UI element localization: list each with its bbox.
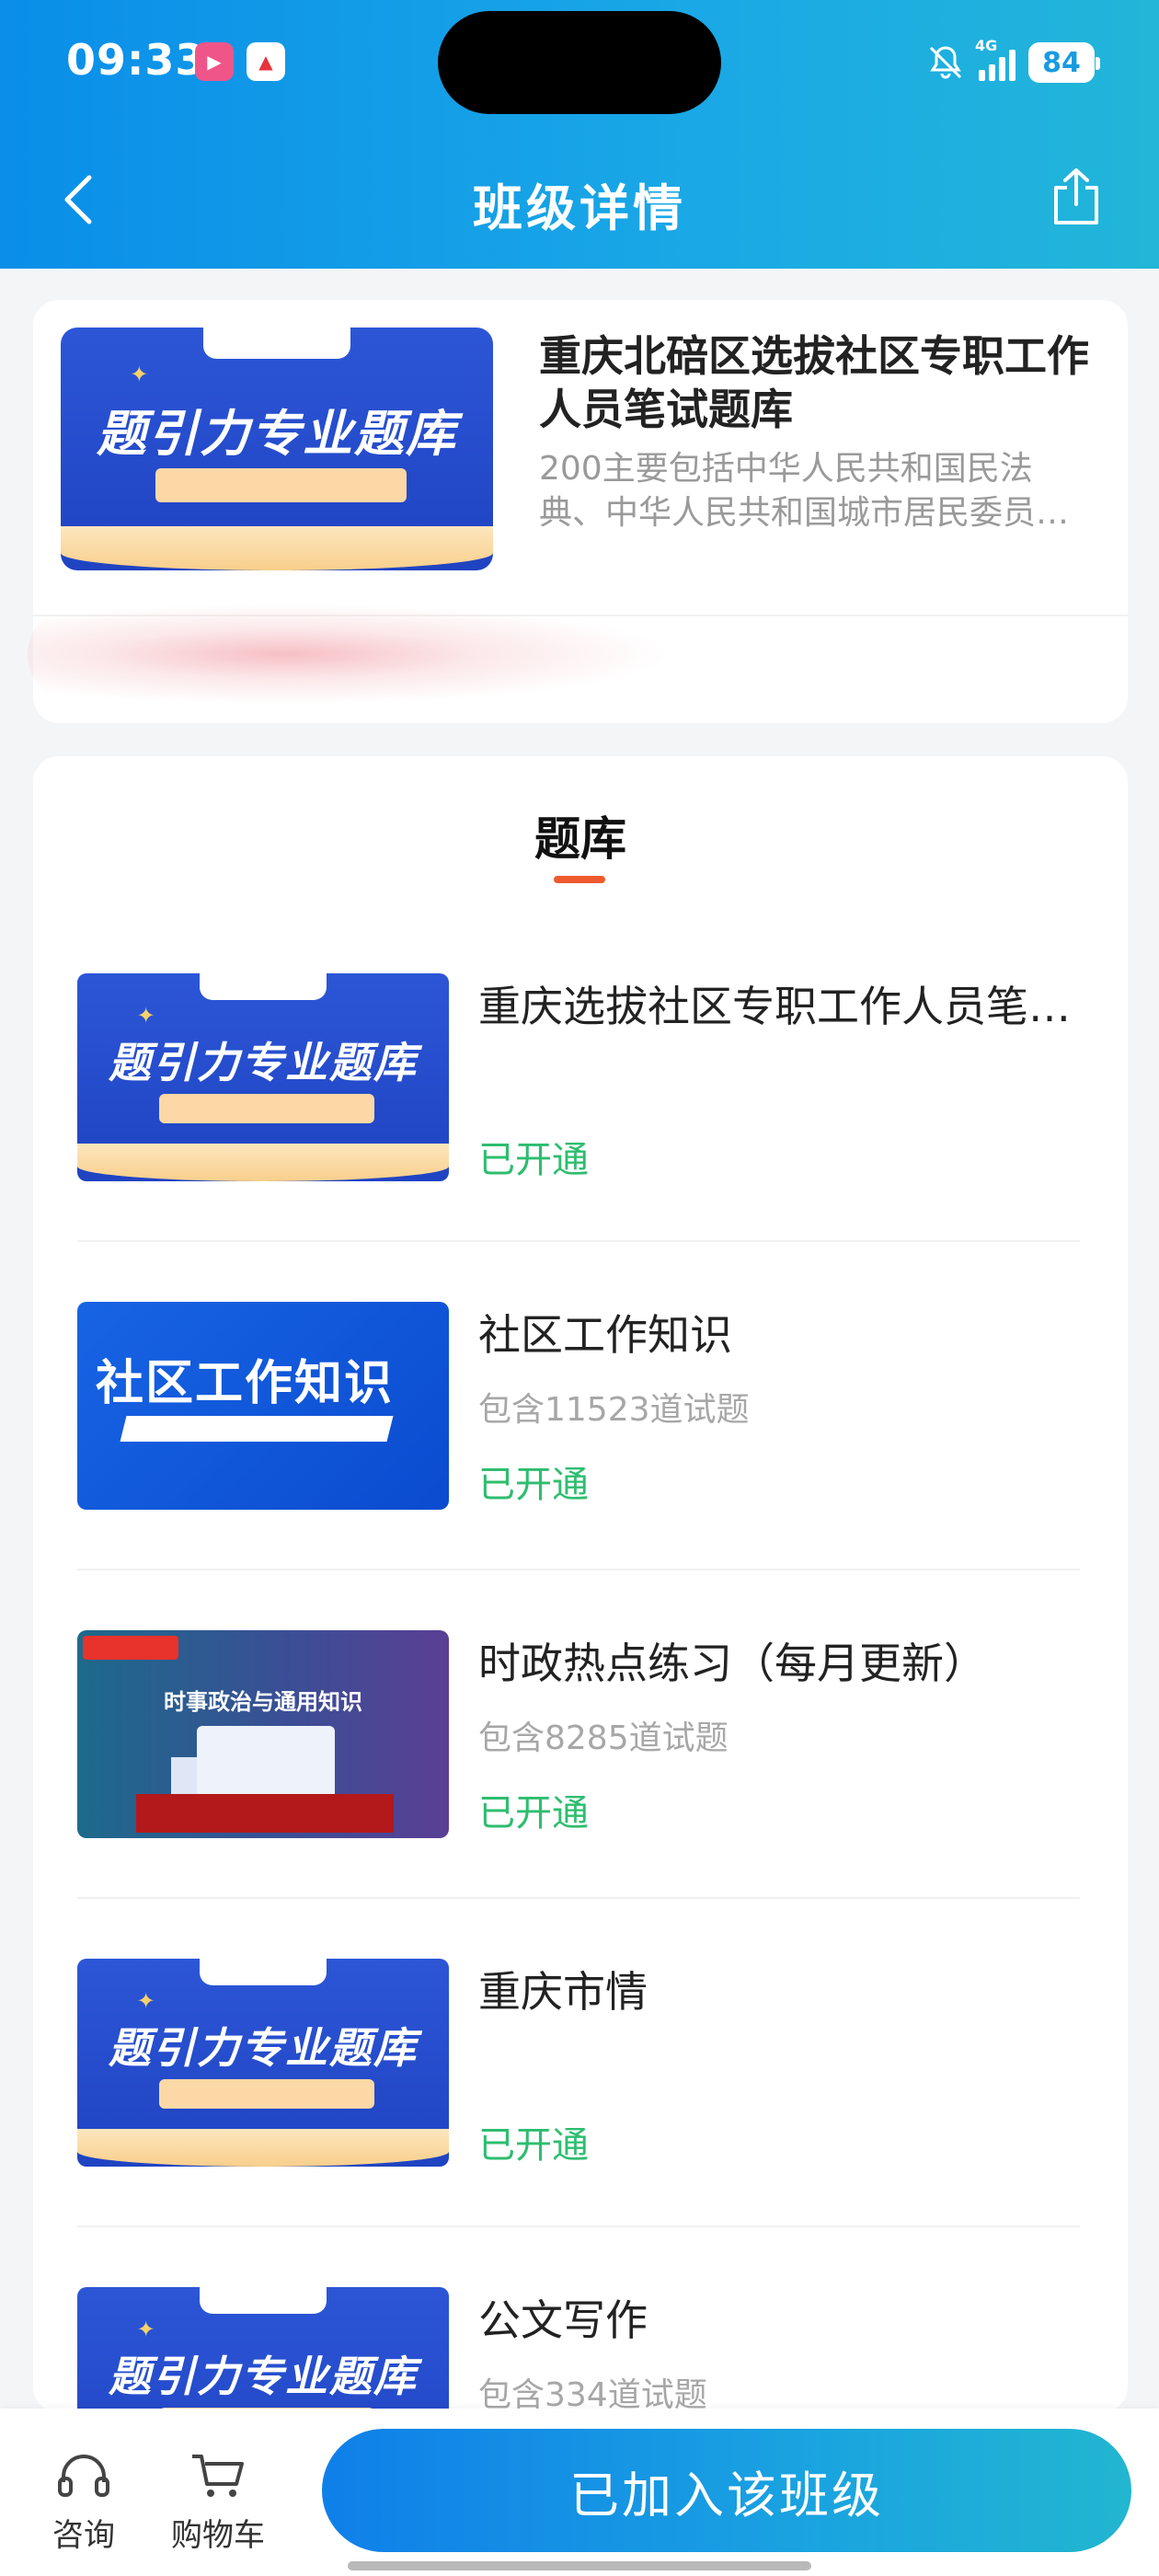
bank-thumbnail: 时事政治与通用知识 xyxy=(77,1630,449,1838)
cover-headline: 题引力专业题库 xyxy=(109,1038,418,1088)
network-type: 4G xyxy=(975,37,998,54)
bank-status: 已开通 xyxy=(478,1464,589,1506)
status-bar: 09:33 ▶ ▲ 4G 84 xyxy=(0,0,1159,129)
dynamic-island xyxy=(438,11,721,114)
current-affairs-cover: 时事政治与通用知识 xyxy=(77,1630,449,1838)
class-description: 200主要包括中华人民共和国民法典、中华人民共和国城市居民委员会组织法等内容 xyxy=(539,450,1070,532)
mute-bell-icon xyxy=(929,46,962,79)
headset-icon xyxy=(58,2455,109,2497)
cart-button[interactable]: 购物车 xyxy=(167,2451,269,2555)
nav-bar: 班级详情 xyxy=(0,147,1159,248)
community-cover: 社区工作知识 xyxy=(77,1302,449,1510)
share-icon xyxy=(1054,168,1098,224)
cart-label: 购物车 xyxy=(171,2517,265,2554)
section-title-underline xyxy=(554,876,605,883)
bank-name: 重庆市情 xyxy=(478,1967,648,2017)
class-name: 重庆北碚区选拔社区专职工作人员笔试题库 xyxy=(539,331,1089,434)
brand-cover: ✦ 题引力专业题库 xyxy=(61,328,493,570)
redacted-area xyxy=(28,604,671,705)
cover-logo-tab xyxy=(200,1959,327,1986)
cover-footer xyxy=(77,1144,449,1181)
star-icon: ✦ xyxy=(136,1002,155,1029)
bank-name: 社区工作知识 xyxy=(478,1310,732,1360)
joined-class-button[interactable]: 已加入该班级 xyxy=(322,2429,1131,2552)
item-divider xyxy=(77,1569,1080,1570)
cellular-signal-icon: 4G xyxy=(975,37,1016,81)
item-divider xyxy=(77,2225,1080,2227)
brand-cover: ✦ 题引力专业题库 xyxy=(77,1959,449,2167)
bank-list-item[interactable]: 时事政治与通用知识 时政热点练习（每月更新） 包含8285道试题 已开通 xyxy=(33,1630,1128,1959)
bank-name: 公文写作 xyxy=(478,2295,648,2345)
item-divider xyxy=(77,1240,1080,1242)
star-icon: ✦ xyxy=(130,361,149,387)
consult-label: 咨询 xyxy=(52,2517,115,2554)
bank-list-item[interactable]: ✦ 题引力专业题库 重庆市情 已开通 xyxy=(33,1959,1128,2287)
cover-url-strip xyxy=(158,2079,375,2109)
status-indicators: 4G 84 xyxy=(925,37,1100,88)
battery-indicator: 84 xyxy=(1028,42,1100,83)
cover-url-strip xyxy=(155,468,407,503)
bilibili-app-icon: ▶ xyxy=(195,42,234,81)
cover-headline: 时事政治与通用知识 xyxy=(164,1689,362,1715)
cover-headline: 题引力专业题库 xyxy=(109,2352,418,2402)
page-title: 班级详情 xyxy=(473,179,686,237)
app-header: 09:33 ▶ ▲ 4G 84 班级详情 xyxy=(0,0,1159,269)
cover-subtitle-bar xyxy=(120,1416,394,1442)
cover-headline: 题引力专业题库 xyxy=(97,405,457,464)
bank-thumbnail: 社区工作知识 xyxy=(77,1302,449,1510)
bank-question-count: 包含11523道试题 xyxy=(478,1391,750,1429)
bank-status: 已开通 xyxy=(478,1139,589,1181)
bank-status: 已开通 xyxy=(478,2124,589,2167)
shopping-cart-icon xyxy=(192,2455,244,2497)
class-cover-image: ✦ 题引力专业题库 xyxy=(61,328,493,570)
bank-status: 已开通 xyxy=(478,1792,589,1834)
bottom-action-bar: 咨询 购物车 已加入该班级 xyxy=(0,2409,1159,2576)
home-indicator xyxy=(348,2561,811,2570)
class-info-card: ✦ 题引力专业题库 重庆北碚区选拔社区专职工作人员笔试题库 200主要包括中华人… xyxy=(28,300,1128,723)
cover-headline: 社区工作知识 xyxy=(96,1356,395,1411)
bank-name: 重庆选拔社区专职工作人员笔试题库 xyxy=(478,982,1104,1031)
share-button[interactable] xyxy=(1041,162,1111,232)
consult-button[interactable]: 咨询 xyxy=(33,2451,134,2555)
cover-logo-tab xyxy=(203,328,350,360)
bank-list-item[interactable]: ✦ 题引力专业题库 重庆选拔社区专职工作人员笔试题库 已开通 xyxy=(33,973,1128,1302)
section-title: 题库 xyxy=(534,812,626,866)
star-icon: ✦ xyxy=(136,1987,155,2014)
cover-logo-tab xyxy=(200,973,327,1001)
bank-thumbnail: ✦ 题引力专业题库 xyxy=(77,1959,449,2167)
bank-thumbnail: ✦ 题引力专业题库 xyxy=(77,973,449,1181)
cover-headline: 题引力专业题库 xyxy=(109,2023,418,2074)
notification-app-icon: ▲ xyxy=(247,42,285,81)
star-icon: ✦ xyxy=(136,2316,155,2342)
cover-footer xyxy=(77,2129,449,2167)
bank-name: 时政热点练习（每月更新） xyxy=(478,1639,986,1688)
status-time: 09:33 xyxy=(66,35,206,85)
cover-banner xyxy=(136,1794,394,1833)
item-divider xyxy=(77,1897,1080,1899)
cover-footer xyxy=(61,526,493,570)
cover-ribbon xyxy=(83,1636,178,1660)
bank-list-item[interactable]: 社区工作知识 社区工作知识 包含11523道试题 已开通 xyxy=(33,1302,1128,1630)
question-bank-section: 题库 ✦ 题引力专业题库 重庆选拔社区专职工作人员笔试题库 已开通 社区工作知识… xyxy=(33,756,1128,2495)
cover-logo-tab xyxy=(200,2287,327,2315)
bank-question-count: 包含8285道试题 xyxy=(478,1719,729,1757)
cover-url-strip xyxy=(158,1094,375,1123)
brand-cover: ✦ 题引力专业题库 xyxy=(77,973,449,1181)
